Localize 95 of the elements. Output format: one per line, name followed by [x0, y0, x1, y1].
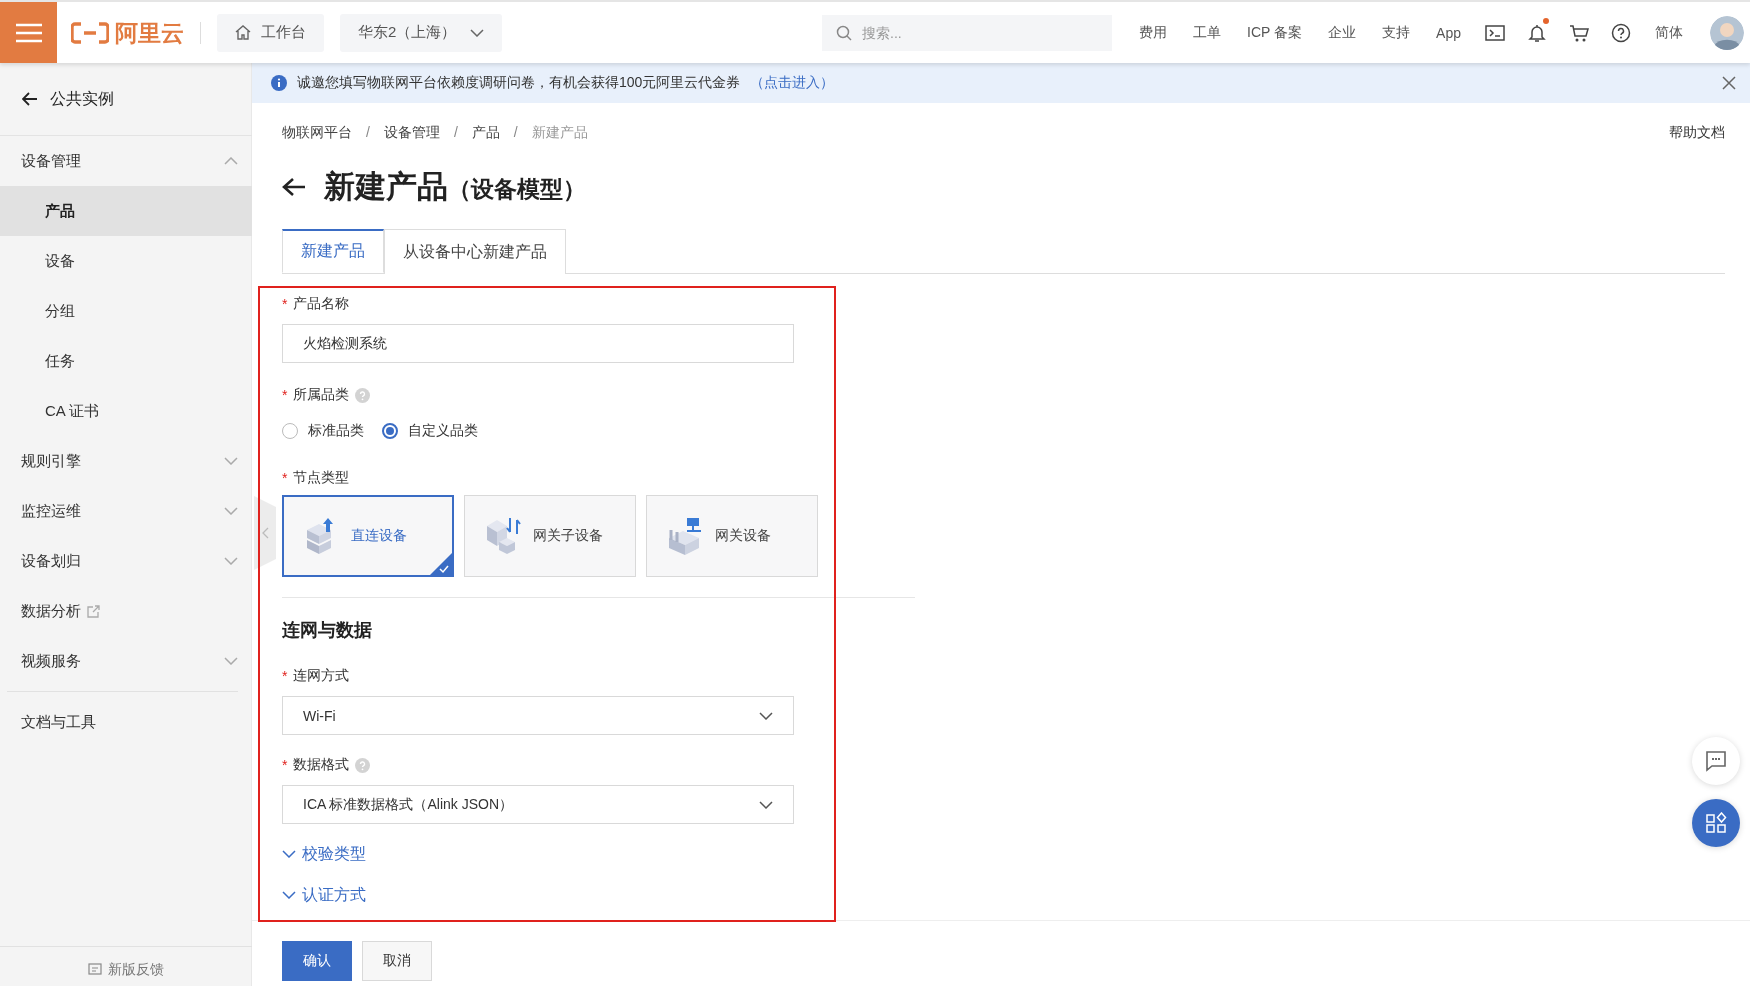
page-title: 新建产品（设备模型）: [324, 168, 586, 206]
back-arrow-icon: [282, 177, 306, 197]
field-label: 连网方式: [293, 667, 350, 685]
menu-item[interactable]: CA 证书: [0, 386, 252, 436]
required-mark: *: [282, 387, 288, 403]
expand-link[interactable]: 校验类型: [282, 843, 366, 865]
avatar[interactable]: [1710, 15, 1744, 50]
select-field[interactable]: ICA 标准数据格式（Alink JSON）: [282, 785, 794, 824]
menu-icon: [15, 22, 42, 43]
radio-option[interactable]: 自定义品类: [382, 422, 478, 440]
notice-text: 诚邀您填写物联网平台依赖度调研问卷，有机会获得100元阿里云代金券: [297, 74, 741, 92]
terminal-icon: [1485, 22, 1505, 43]
external-link-icon: [87, 604, 100, 618]
expand-link[interactable]: 认证方式: [282, 884, 366, 906]
node-type-card[interactable]: 直连设备: [282, 495, 454, 577]
field-label: 产品名称: [293, 295, 350, 313]
required-mark: *: [282, 296, 288, 312]
workbench-button[interactable]: 工作台: [217, 13, 324, 52]
menu-item[interactable]: 任务: [0, 336, 252, 386]
comment-icon: [88, 963, 102, 976]
help-icon: [355, 757, 371, 773]
help-icon: [1611, 22, 1631, 43]
field-label: 节点类型: [293, 469, 350, 487]
select-field[interactable]: Wi-Fi: [282, 696, 794, 735]
logo-text: 阿里云: [115, 21, 184, 44]
radio-option[interactable]: 标准品类: [282, 422, 364, 440]
breadcrumb-current: 新建产品: [531, 124, 588, 142]
cancel-button[interactable]: 取消: [362, 941, 432, 981]
check-corner-icon: [430, 553, 452, 575]
field-label: 所属品类: [293, 386, 350, 404]
radio-button[interactable]: [382, 423, 398, 439]
stacked-boxes-icon: [485, 516, 521, 556]
chat-button[interactable]: [1692, 737, 1740, 785]
input-field[interactable]: 火焰检测系统: [282, 324, 794, 363]
close-icon: [1722, 76, 1736, 90]
field-label: 数据格式: [293, 756, 350, 774]
bell-icon: [1527, 22, 1547, 43]
notice-link[interactable]: （点击进入）: [750, 74, 835, 92]
gateway-device-icon: [667, 516, 703, 556]
breadcrumb-link[interactable]: 产品: [471, 124, 500, 142]
menu-group[interactable]: 设备管理: [0, 136, 252, 186]
menu-item[interactable]: 文档与工具: [0, 697, 252, 747]
logo-icon: [71, 21, 109, 44]
help-icon: [355, 387, 371, 403]
info-icon: [271, 75, 287, 91]
chevron-down-icon: [470, 28, 485, 37]
node-type-card[interactable]: 网关子设备: [464, 495, 636, 577]
menu-group[interactable]: 设备划归: [0, 536, 252, 586]
back-button[interactable]: [282, 177, 306, 197]
nav-link[interactable]: 企业: [1315, 23, 1370, 42]
nav-link[interactable]: ICP 备案: [1234, 23, 1316, 42]
cart-icon: [1569, 22, 1589, 43]
language-link[interactable]: 简体: [1642, 23, 1696, 42]
breadcrumb-separator: /: [513, 124, 518, 142]
confirm-button[interactable]: 确认: [282, 941, 352, 981]
tab[interactable]: 从设备中心新建产品: [384, 229, 566, 274]
nav-link[interactable]: 费用: [1126, 23, 1181, 42]
menu-item[interactable]: 产品: [0, 186, 252, 236]
breadcrumb-link[interactable]: 设备管理: [383, 124, 440, 142]
apps-button[interactable]: [1692, 799, 1740, 847]
home-icon: [235, 25, 251, 40]
breadcrumb-separator: /: [453, 124, 458, 142]
search-field[interactable]: 搜索...: [822, 14, 1113, 51]
help-docs-link[interactable]: 帮助文档: [1669, 124, 1725, 142]
menu-item[interactable]: 设备: [0, 236, 252, 286]
feedback-link[interactable]: 新版反馈: [0, 946, 252, 986]
breadcrumb-separator: /: [366, 124, 370, 142]
nav-link[interactable]: App: [1423, 24, 1474, 41]
tab[interactable]: 新建产品: [282, 229, 384, 273]
required-mark: *: [282, 668, 288, 684]
radio-button[interactable]: [282, 423, 298, 439]
chevron-left-icon: [261, 527, 269, 539]
back-arrow-icon: [22, 92, 38, 106]
menu-group[interactable]: 规则引擎: [0, 436, 252, 486]
breadcrumb-link[interactable]: 物联网平台: [282, 124, 352, 142]
required-mark: *: [282, 470, 288, 486]
required-mark: *: [282, 757, 288, 773]
region-dropdown[interactable]: 华东2（上海）: [340, 13, 503, 52]
search-icon: [836, 24, 853, 41]
menu-group[interactable]: 视频服务: [0, 636, 252, 686]
menu-group[interactable]: 监控运维: [0, 486, 252, 536]
chevron-down-icon: [759, 711, 773, 720]
apps-icon: [1705, 812, 1727, 834]
menu-link[interactable]: 数据分析: [0, 586, 252, 636]
chevron-down-icon: [282, 850, 296, 858]
nav-link[interactable]: 支持: [1369, 23, 1424, 42]
chevron-down-icon: [282, 891, 296, 899]
chevron-down-icon: [759, 800, 773, 809]
nav-link[interactable]: 工单: [1180, 23, 1235, 42]
section-title: 连网与数据: [282, 619, 373, 642]
close-button[interactable]: [1722, 76, 1736, 90]
node-type-card[interactable]: 网关设备: [646, 495, 818, 577]
menu-button[interactable]: [0, 2, 57, 63]
chat-icon: [1705, 750, 1727, 772]
menu-item[interactable]: 分组: [0, 286, 252, 336]
